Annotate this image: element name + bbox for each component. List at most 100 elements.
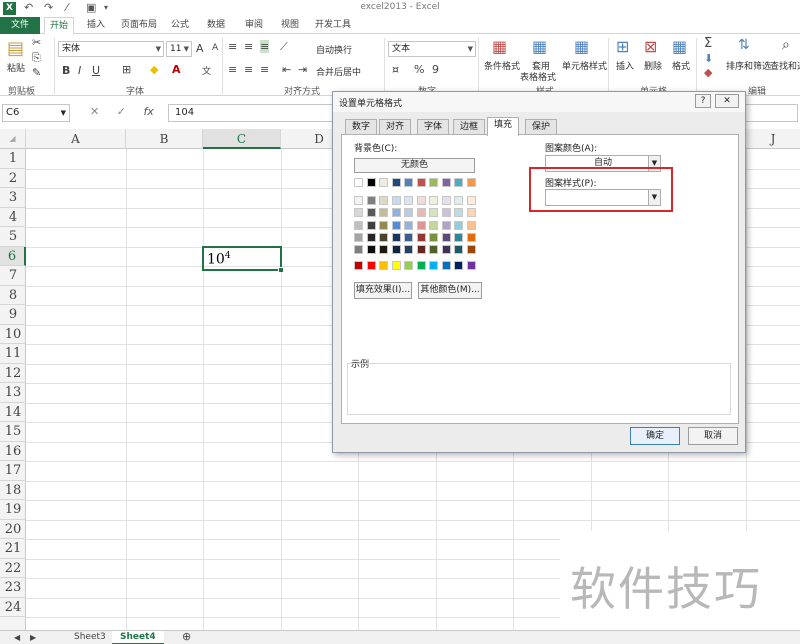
row-header[interactable]: 7 [0,266,26,286]
theme-shade-swatch[interactable] [429,232,438,242]
theme-shade-swatch[interactable] [354,208,363,218]
cut-icon[interactable]: ✂ [32,36,41,49]
phonetic-icon[interactable]: 文 [202,64,211,77]
new-sheet-icon[interactable]: ⊕ [174,630,199,644]
theme-shade-swatch[interactable] [366,245,376,255]
theme-color-swatch[interactable] [379,178,388,187]
theme-color-swatch[interactable] [354,178,363,187]
more-colors-button[interactable]: 其他颜色(M)... [418,282,482,299]
bold-button[interactable]: B [62,64,70,77]
fill-effects-button[interactable]: 填充效果(I)... [354,282,412,299]
standard-color-swatch[interactable] [354,261,363,270]
theme-color-swatch[interactable] [404,178,413,187]
row-header[interactable]: 22 [0,559,26,578]
column-header-b[interactable]: B [126,129,203,149]
theme-shade-swatch[interactable] [466,208,476,218]
theme-shade-swatch[interactable] [379,245,388,255]
theme-shade-swatch[interactable] [416,220,426,230]
row-header[interactable]: 6 [0,246,26,266]
row-header[interactable]: 13 [0,383,26,403]
orientation-icon[interactable]: ⟋ [280,40,288,54]
theme-shade-swatch[interactable] [441,220,451,230]
standard-color-swatch[interactable] [466,261,476,270]
align-top-icon[interactable]: ≡ [228,40,237,53]
align-left-icon[interactable]: ≡ [228,63,237,76]
name-box[interactable]: C6 ▼ [2,104,70,122]
theme-shade-swatch[interactable] [354,196,363,205]
theme-shade-swatch[interactable] [466,245,476,255]
theme-shade-swatch[interactable] [441,208,451,218]
tab-review[interactable]: 审阅 [240,17,268,34]
conditional-format-icon[interactable]: ▦ [492,37,507,56]
theme-shade-swatch[interactable] [416,245,426,255]
theme-shade-swatch[interactable] [379,232,388,242]
help-button[interactable]: ? [695,94,711,108]
scroll-sheets-right-icon[interactable]: ▶ [22,631,44,644]
theme-shade-swatch[interactable] [429,208,438,218]
find-select-button[interactable]: 查找和选 [770,59,800,72]
row-header[interactable]: 14 [0,403,26,422]
fill-color-icon[interactable]: ◆ [150,63,158,76]
sheet-tab-sheet4[interactable]: Sheet4 [112,631,164,644]
standard-color-swatch[interactable] [391,261,401,270]
font-color-icon[interactable]: A [172,63,181,76]
tab-data[interactable]: 数据 [202,17,230,34]
conditional-format-button[interactable]: 条件格式 [484,59,520,72]
align-center-icon[interactable]: ≡ [244,63,253,76]
theme-shade-swatch[interactable] [404,232,413,242]
theme-shade-swatch[interactable] [454,208,463,218]
underline-button[interactable]: U [92,64,100,77]
row-header[interactable]: 20 [0,520,26,539]
paste-button[interactable]: 粘贴 [7,61,25,74]
row-header[interactable]: 18 [0,481,26,500]
column-header-a[interactable]: A [26,129,126,149]
sort-filter-button[interactable]: 排序和筛选 [726,59,771,72]
no-color-button[interactable]: 无颜色 [354,158,475,173]
theme-shade-swatch[interactable] [391,196,401,205]
theme-color-swatch[interactable] [454,178,463,187]
row-header[interactable]: 3 [0,188,26,208]
theme-shade-swatch[interactable] [354,245,363,255]
tab-fill[interactable]: 填充 [487,117,520,136]
format-painter-icon[interactable]: ✎ [32,66,41,79]
standard-color-swatch[interactable] [366,261,376,270]
decrease-indent-icon[interactable]: ⇤ [282,63,291,76]
column-header-c[interactable]: C [203,129,281,149]
font-name-combo[interactable]: 宋体 ▼ [58,41,164,57]
row-header[interactable]: 5 [0,227,26,247]
sort-filter-icon[interactable]: ⇅ [738,37,750,53]
cancel-entry-icon[interactable]: ✕ [90,105,99,118]
theme-color-swatch[interactable] [466,178,476,187]
tab-formulas[interactable]: 公式 [166,17,194,34]
number-format-combo[interactable]: 文本 ▼ [388,41,476,57]
theme-shade-swatch[interactable] [391,232,401,242]
insert-function-icon[interactable]: fx [143,105,153,118]
select-all-corner[interactable]: ◢ [0,129,26,149]
theme-shade-swatch[interactable] [366,220,376,230]
row-header[interactable]: 17 [0,461,26,481]
theme-shade-swatch[interactable] [379,196,388,205]
theme-color-swatch[interactable] [429,178,438,187]
column-header-j[interactable]: J [746,129,800,149]
theme-shade-swatch[interactable] [441,245,451,255]
theme-shade-swatch[interactable] [454,220,463,230]
tab-page-layout[interactable]: 页面布局 [116,17,162,34]
row-header[interactable]: 24 [0,598,26,617]
row-header[interactable]: 10 [0,325,26,344]
align-right-icon[interactable]: ≡ [260,63,269,76]
tab-file[interactable]: 文件 [0,17,40,34]
table-format-icon[interactable]: ▦ [532,37,547,56]
autosum-icon[interactable]: Σ [704,36,712,51]
theme-shade-swatch[interactable] [454,196,463,205]
row-header[interactable]: 9 [0,305,26,325]
italic-button[interactable]: I [78,64,81,77]
row-header[interactable]: 8 [0,286,26,305]
theme-shade-swatch[interactable] [441,196,451,205]
tab-insert[interactable]: 插入 [82,17,110,34]
row-header[interactable]: 23 [0,578,26,598]
borders-icon[interactable]: ⊞ [122,63,131,76]
theme-shade-swatch[interactable] [454,232,463,242]
row-header[interactable]: 15 [0,422,26,442]
shrink-font-icon[interactable]: A [212,43,218,53]
tab-view[interactable]: 视图 [276,17,304,34]
